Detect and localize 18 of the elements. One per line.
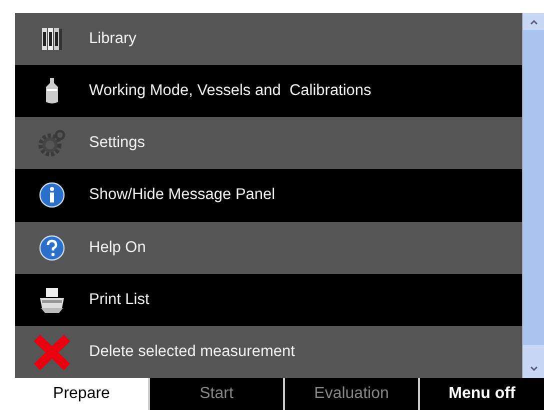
help-icon: [39, 234, 65, 261]
scroll-up-icon[interactable]: [528, 18, 538, 26]
tab[interactable]: Prepare: [15, 378, 150, 410]
scroll-down-icon[interactable]: [528, 365, 538, 373]
binders-icon: [41, 26, 63, 52]
vessel-icon: [44, 77, 60, 106]
menu-item[interactable]: Delete selected measurement: [15, 326, 522, 378]
menu-item[interactable]: Library: [15, 13, 522, 66]
gear-icon: [38, 129, 66, 158]
menu-item[interactable]: Settings: [15, 117, 522, 170]
menu-item[interactable]: Show/Hide Message Panel: [15, 169, 522, 222]
menu-item[interactable]: Print List: [15, 274, 522, 326]
menu-item[interactable]: Working Mode, Vessels and Calibrations: [15, 65, 522, 118]
menu-item[interactable]: Help On: [15, 222, 522, 274]
printer-icon: [37, 286, 67, 314]
scrollbar[interactable]: [522, 13, 544, 378]
delete-icon: [34, 332, 70, 371]
info-icon: [39, 182, 65, 208]
